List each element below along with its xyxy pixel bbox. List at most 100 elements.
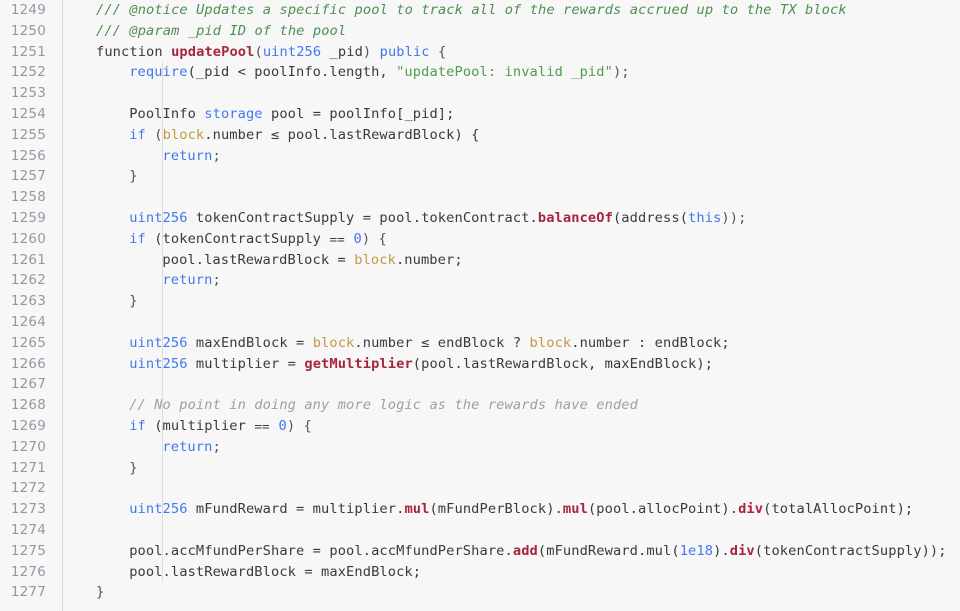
code-line[interactable]: 1265 uint256 maxEndBlock = block.number ≤… <box>0 332 960 354</box>
indent-guide <box>162 291 163 312</box>
code-content[interactable]: return; <box>62 436 960 458</box>
indent-guide <box>162 395 163 416</box>
code-line[interactable]: 1254 PoolInfo storage pool = poolInfo[_pi… <box>0 103 960 125</box>
code-content[interactable]: } <box>62 291 960 312</box>
code-line[interactable]: 1256 return; <box>0 145 960 167</box>
token-cmt: // No point in doing any more logic as t… <box>129 397 638 414</box>
indent-guide <box>162 311 163 333</box>
token-str: "updatePool: invalid _pid" <box>396 64 613 81</box>
code-content[interactable]: uint256 maxEndBlock = block.number ≤ end… <box>62 332 960 354</box>
indent-guide <box>162 436 163 458</box>
token-pl: pool = poolInfo[_pid]; <box>262 105 455 122</box>
token-glb: block <box>312 334 355 351</box>
code-line[interactable]: 1277} <box>0 582 960 603</box>
code-content[interactable]: pool.lastRewardBlock = maxEndBlock; <box>62 561 960 583</box>
token-fn: mul <box>404 501 430 518</box>
code-content[interactable]: if (tokenContractSupply ⩵ 0) { <box>62 228 960 250</box>
token-pl: tokenContractSupply = pool.tokenContract… <box>187 209 538 226</box>
token-pl: (mFundPerBlock). <box>429 501 563 518</box>
code-content[interactable] <box>62 311 960 333</box>
code-line[interactable]: 1255 if (block.number ≤ pool.lastRewardBl… <box>0 124 960 146</box>
line-number: 1257 <box>10 168 46 185</box>
code-line[interactable]: 1271} <box>0 457 960 479</box>
token-fn: getMultiplier <box>304 355 413 372</box>
token-pun: ; <box>212 272 221 289</box>
code-content[interactable]: pool.accMfundPerShare = pool.accMfundPer… <box>62 540 960 562</box>
code-line[interactable]: 1263} <box>0 291 960 312</box>
indent-guide <box>162 83 163 104</box>
code-content[interactable] <box>62 83 960 104</box>
indent-guide <box>162 353 163 375</box>
indent-guide <box>162 187 163 208</box>
line-number: 1261 <box>10 251 46 268</box>
code-content[interactable]: /// @notice Updates a specific pool to t… <box>62 0 960 21</box>
token-k: uint256 <box>129 501 188 518</box>
line-number: 1268 <box>10 397 46 414</box>
line-number: 1259 <box>10 209 46 226</box>
code-content[interactable]: PoolInfo storage pool = poolInfo[_pid]; <box>62 103 960 125</box>
indent-guide <box>162 103 163 125</box>
token-fn: add <box>512 542 538 559</box>
code-line[interactable]: 1274 <box>0 519 960 541</box>
token-fn: div <box>729 542 755 559</box>
code-content[interactable] <box>62 374 960 396</box>
line-number: 1252 <box>10 64 46 81</box>
code-content[interactable]: return; <box>62 270 960 292</box>
code-line[interactable]: 1266 uint256 multiplier = getMultiplier(p… <box>0 353 960 375</box>
code-line[interactable]: 1261 pool.lastRewardBlock = block.number; <box>0 249 960 271</box>
code-line[interactable]: 1260 if (tokenContractSupply ⩵ 0) { <box>0 228 960 250</box>
token-pun: ) <box>362 43 380 60</box>
code-line[interactable]: 1273 uint256 mFundReward = multiplier.mul… <box>0 499 960 520</box>
code-line[interactable]: 1270 return; <box>0 436 960 458</box>
code-line[interactable]: 1253 <box>0 83 960 104</box>
code-content[interactable]: } <box>62 582 960 603</box>
code-viewer[interactable]: 1249 /// @notice Updates a specific pool … <box>0 0 960 611</box>
token-k: if <box>129 230 146 247</box>
code-content[interactable]: uint256 mFundReward = multiplier.mul(mFu… <box>62 499 960 520</box>
code-content[interactable]: if (multiplier ⩵ 0) { <box>62 415 960 437</box>
code-content[interactable]: require(_pid < poolInfo.length, "updateP… <box>62 62 960 84</box>
code-line[interactable]: 1267 <box>0 374 960 396</box>
token-pl: .number ≤ endBlock ? <box>354 334 530 351</box>
code-content[interactable]: if (block.number ≤ pool.lastRewardBlock)… <box>62 124 960 146</box>
code-line[interactable]: 1251 function updatePool(uint256 _pid) pu… <box>0 42 960 63</box>
code-content[interactable]: return; <box>62 145 960 167</box>
code-line[interactable]: 1257} <box>0 166 960 188</box>
code-line[interactable]: 1272 <box>0 478 960 500</box>
token-pl: (totalAllocPoint); <box>763 501 914 518</box>
code-line[interactable]: 1269 if (multiplier ⩵ 0) { <box>0 415 960 437</box>
code-content[interactable]: } <box>62 457 960 479</box>
code-line[interactable]: 1252 require(_pid < poolInfo.length, "upd… <box>0 62 960 84</box>
code-line[interactable]: 1262 return; <box>0 270 960 292</box>
code-content[interactable] <box>62 187 960 208</box>
token-pl: (_pid < poolInfo.length, <box>187 64 397 81</box>
code-line[interactable]: 1258 <box>0 187 960 208</box>
code-content[interactable]: // No point in doing any more logic as t… <box>62 395 960 416</box>
code-line[interactable]: 1249 /// @notice Updates a specific pool … <box>0 0 960 21</box>
line-number: 1276 <box>10 563 46 580</box>
code-content[interactable]: } <box>62 166 960 188</box>
token-pl: ). <box>713 542 730 559</box>
token-pun: { <box>429 43 447 60</box>
code-content[interactable] <box>62 478 960 500</box>
line-number: 1258 <box>10 189 46 206</box>
code-line[interactable]: 1259 uint256 tokenContractSupply = pool.t… <box>0 207 960 229</box>
token-glb: block <box>162 126 205 143</box>
code-line[interactable]: 1276 pool.lastRewardBlock = maxEndBlock; <box>0 561 960 583</box>
token-num: 1e18 <box>679 542 714 559</box>
code-line[interactable]: 1250 /// @param _pid ID of the pool <box>0 21 960 42</box>
code-line[interactable]: 1268 // No point in doing any more logic … <box>0 395 960 416</box>
token-pl: (pool.lastRewardBlock, maxEndBlock); <box>412 355 714 372</box>
indent-guide <box>162 415 163 437</box>
code-content[interactable]: pool.lastRewardBlock = block.number; <box>62 249 960 271</box>
code-content[interactable]: /// @param _pid ID of the pool <box>62 21 960 42</box>
token-pl: pool.lastRewardBlock = maxEndBlock; <box>129 563 422 580</box>
code-content[interactable]: uint256 tokenContractSupply = pool.token… <box>62 207 960 229</box>
code-content[interactable]: uint256 multiplier = getMultiplier(pool.… <box>62 353 960 375</box>
code-lines[interactable]: 1249 /// @notice Updates a specific pool … <box>0 0 960 603</box>
code-content[interactable]: function updatePool(uint256 _pid) public… <box>62 42 960 63</box>
code-line[interactable]: 1275 pool.accMfundPerShare = pool.accMfun… <box>0 540 960 562</box>
code-line[interactable]: 1264 <box>0 311 960 333</box>
token-k: if <box>129 417 146 434</box>
code-content[interactable] <box>62 519 960 541</box>
